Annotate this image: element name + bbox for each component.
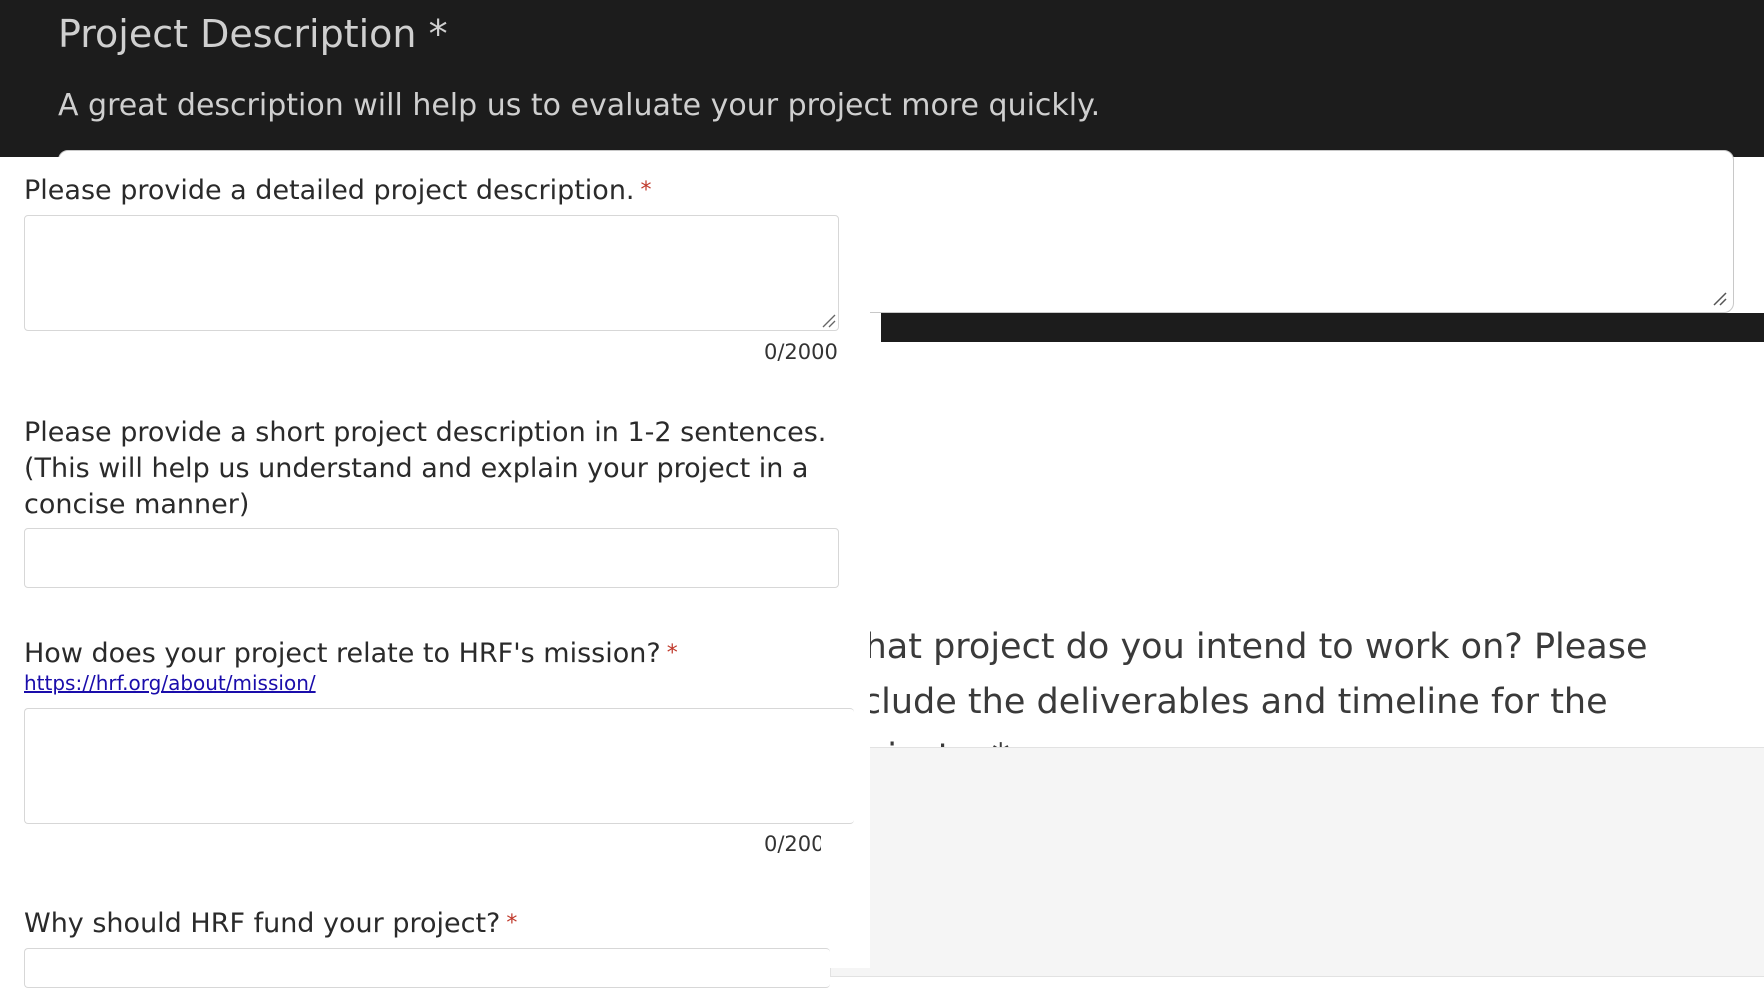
short-description-input[interactable] bbox=[24, 528, 839, 588]
required-asterisk: * bbox=[640, 178, 652, 203]
q1-char-counter: 0/2000 bbox=[764, 340, 838, 364]
resize-handle-icon[interactable] bbox=[820, 312, 836, 328]
q1-label: Please provide a detailed project descri… bbox=[24, 173, 652, 209]
background-page-strip bbox=[881, 313, 1764, 342]
mission-link[interactable]: https://hrf.org/about/mission/ bbox=[24, 671, 316, 695]
q3-char-counter: 0/200 bbox=[764, 832, 821, 856]
q1-label-text: Please provide a detailed project descri… bbox=[24, 175, 635, 206]
detailed-description-textarea[interactable] bbox=[24, 215, 839, 331]
right-panel-textarea[interactable] bbox=[830, 747, 1764, 977]
section-title: Project Description * bbox=[58, 12, 448, 56]
q3-label: How does your project relate to HRF's mi… bbox=[24, 636, 678, 672]
q4-label: Why should HRF fund your project? * bbox=[24, 906, 517, 942]
required-asterisk: * bbox=[506, 911, 518, 936]
required-asterisk: * bbox=[666, 641, 678, 666]
q4-label-text: Why should HRF fund your project? bbox=[24, 908, 501, 939]
why-fund-textarea[interactable] bbox=[24, 948, 830, 988]
q2-label: Please provide a short project descripti… bbox=[24, 417, 827, 520]
q3-label-text: How does your project relate to HRF's mi… bbox=[24, 638, 661, 669]
mission-relation-textarea[interactable] bbox=[24, 708, 854, 824]
resize-handle-icon[interactable] bbox=[1711, 290, 1727, 306]
section-subtitle: A great description will help us to eval… bbox=[58, 88, 1101, 123]
background-page-header: Project Description * A great descriptio… bbox=[0, 0, 1764, 157]
